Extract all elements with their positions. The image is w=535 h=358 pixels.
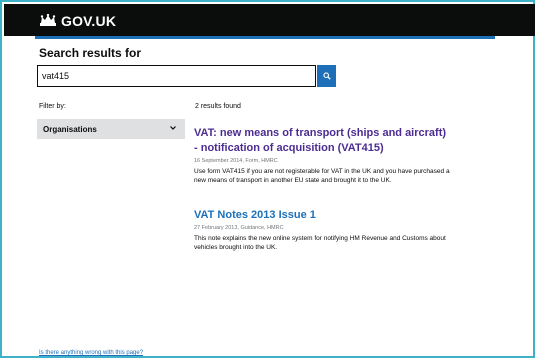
result-meta: 27 February 2013, Guidance, HMRC <box>194 225 284 231</box>
result-title-line: VAT Notes 2013 Issue 1 <box>194 209 316 221</box>
search-button[interactable] <box>317 65 336 87</box>
search-form <box>37 65 336 87</box>
page-frame: GOV.UK Search results for Filter by: Org… <box>0 0 535 358</box>
govuk-logo-link[interactable]: GOV.UK <box>39 13 116 29</box>
chevron-down-icon <box>170 126 176 130</box>
result-meta: 16 September 2014, Form, HMRC <box>194 158 278 164</box>
search-icon <box>322 72 331 80</box>
result-description: This note explains the new online system… <box>194 235 446 251</box>
organisations-filter-dropdown[interactable]: Organisations <box>37 119 185 139</box>
result-item: VAT: new means of transport (ships and a… <box>194 126 454 185</box>
page-title: Search results for <box>39 46 142 60</box>
crown-icon <box>40 14 56 26</box>
result-title-line: - notification of acquisition (VAT415) <box>194 142 384 154</box>
report-problem-link[interactable]: Is there anything wrong with this page? <box>39 350 143 356</box>
result-title-link[interactable]: VAT Notes 2013 Issue 1 <box>194 208 454 223</box>
search-input[interactable] <box>37 65 316 87</box>
govuk-header: GOV.UK <box>4 4 535 36</box>
header-accent-strip <box>35 36 495 39</box>
results-count: 2 results found <box>195 103 241 110</box>
result-item: VAT Notes 2013 Issue 1 27 February 2013,… <box>194 208 454 252</box>
result-title-line: VAT: new means of transport (ships and a… <box>194 127 447 139</box>
logo-text: GOV.UK <box>61 13 117 29</box>
filter-selected-value: Organisations <box>43 124 97 134</box>
filter-label: Filter by: <box>39 103 66 110</box>
result-title-link[interactable]: VAT: new means of transport (ships and a… <box>194 126 454 156</box>
result-description: Use form VAT415 if you are not registera… <box>194 168 450 184</box>
